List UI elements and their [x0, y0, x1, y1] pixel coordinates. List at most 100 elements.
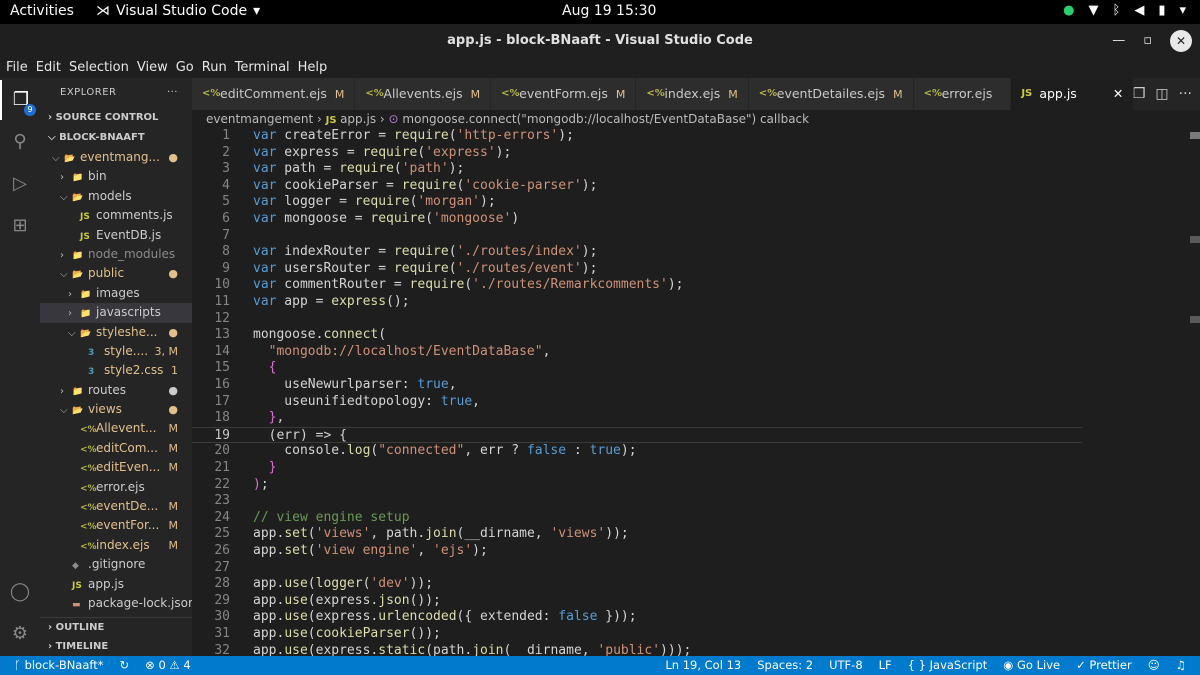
sync-icon[interactable]: ↻ [120, 656, 130, 675]
tree-item[interactable]: <%Allevent... M [40, 419, 192, 438]
tree-item[interactable]: › 📁 javascripts [40, 303, 192, 323]
code-line[interactable]: 28 app.use(logger('dev')); [192, 576, 1082, 593]
tree-item[interactable]: <%editCom... M [40, 439, 192, 458]
more-actions-icon[interactable]: ··· [1179, 78, 1192, 110]
tab-index-ejs[interactable]: <% index.ejs M [636, 78, 749, 110]
menu-view[interactable]: View [137, 57, 168, 78]
code-line[interactable]: 11 var app = express(); [192, 294, 1082, 311]
close-tab-icon[interactable]: ✕ [1113, 86, 1123, 101]
code-line[interactable]: 6 var mongoose = require('mongoose') [192, 211, 1082, 228]
menu-run[interactable]: Run [202, 57, 227, 78]
tree-item[interactable]: ⌵ 📂 models [40, 187, 192, 206]
tree-item[interactable]: <%error.ejs [40, 478, 192, 497]
cursor-position[interactable]: Ln 19, Col 13 [665, 656, 741, 675]
more-actions-icon[interactable]: ··· [167, 78, 178, 108]
account-icon[interactable]: ◯ [0, 572, 40, 612]
prettier-button[interactable]: ✓ Prettier [1076, 656, 1132, 675]
code-line[interactable]: 8 var indexRouter = require('./routes/ind… [192, 244, 1082, 261]
tab-editcomment-ejs[interactable]: <% editComment.ejs M [192, 78, 356, 110]
code-line[interactable]: 16 useNewurlparser: true, [192, 377, 1082, 394]
code-line[interactable]: 21 } [192, 460, 1082, 477]
source-control-section[interactable]: › SOURCE CONTROL [40, 108, 192, 128]
code-line[interactable]: 30 app.use(express.urlencoded({ extended:… [192, 609, 1082, 626]
open-preview-icon[interactable]: ❒ [1133, 78, 1146, 110]
code-line[interactable]: 14 "mongodb://localhost/EventDataBase", [192, 344, 1082, 361]
tree-item[interactable]: ⌵ 📂 eventmang... ● [40, 148, 192, 167]
minimize-icon[interactable]: — [1112, 24, 1125, 57]
tree-item[interactable]: ◆ .gitignore [40, 555, 192, 574]
code-line[interactable]: 4 var cookieParser = require('cookie-pars… [192, 178, 1082, 195]
tree-item[interactable]: JS app.js [40, 575, 192, 594]
code-line[interactable]: 2 var express = require('express'); [192, 145, 1082, 162]
code-line[interactable]: 19 (err) => { [192, 426, 1082, 444]
tree-item[interactable]: <%eventDe... M [40, 497, 192, 516]
tab-app-js[interactable]: JS app.js ✕ [1011, 78, 1135, 110]
outline-section[interactable]: › OUTLINE [40, 618, 192, 637]
tree-item[interactable]: ⌵ 📂 views ● [40, 400, 192, 419]
bluetooth-icon[interactable]: ᛒ [1113, 3, 1121, 18]
menu-edit[interactable]: Edit [36, 57, 61, 78]
tree-item[interactable]: › 📁 node_modules [40, 245, 192, 264]
notifications-bell-icon[interactable]: ♫ [1176, 656, 1186, 675]
code-line[interactable]: 7 [192, 228, 1082, 245]
tree-item[interactable]: JS comments.js [40, 206, 192, 225]
tree-item[interactable]: ▬ package-lock.json [40, 594, 192, 613]
code-line[interactable]: 27 [192, 560, 1082, 577]
code-editor[interactable]: 1 var createError = require('http-errors'… [192, 128, 1200, 656]
end-of-line[interactable]: LF [879, 656, 892, 675]
tree-item[interactable]: ⌵ 📂 styleshe... ● [40, 323, 192, 342]
code-line[interactable]: 22); [192, 477, 1082, 494]
vertical-scrollbar[interactable] [1190, 128, 1200, 656]
code-line[interactable]: 9 var usersRouter = require('./routes/eve… [192, 261, 1082, 278]
restore-icon[interactable]: ▫ [1143, 24, 1152, 57]
code-line[interactable]: 10 var commentRouter = require('./routes/… [192, 277, 1082, 294]
code-line[interactable]: 25 app.set('views', path.join(__dirname, … [192, 526, 1082, 543]
indentation[interactable]: Spaces: 2 [757, 656, 813, 675]
code-line[interactable]: 1 var createError = require('http-errors'… [192, 128, 1082, 145]
app-indicator-icon[interactable]: ● [1063, 3, 1074, 18]
power-menu-icon[interactable]: ▾ [1179, 3, 1186, 18]
breadcrumb-file[interactable]: app.js [340, 112, 376, 126]
battery-icon[interactable]: ▮ [1158, 3, 1165, 18]
run-debug-icon[interactable]: ▷ [0, 164, 40, 204]
code-line[interactable]: 3 var path = require('path'); [192, 161, 1082, 178]
activities-button[interactable]: Activities [10, 3, 74, 19]
feedback-icon[interactable]: ☺ [1148, 656, 1160, 675]
code-line[interactable]: 24 // view engine setup [192, 510, 1082, 527]
code-line[interactable]: 15 { [192, 360, 1082, 377]
breadcrumb-symbol[interactable]: mongoose.connect("mongodb://localhost/Ev… [402, 112, 809, 126]
tree-item[interactable]: ⌵ 📂 public ● [40, 264, 192, 283]
encoding[interactable]: UTF-8 [829, 656, 863, 675]
settings-gear-icon[interactable]: ⚙ [0, 614, 40, 654]
timeline-section[interactable]: › TIMELINE [40, 637, 192, 656]
tree-item[interactable]: 3 style.... 3, M [40, 342, 192, 361]
extensions-icon[interactable]: ⊞ [0, 206, 40, 246]
go-live-button[interactable]: ◉ Go Live [1003, 656, 1060, 675]
menu-file[interactable]: File [6, 57, 28, 78]
wifi-icon[interactable]: ▼ [1089, 3, 1099, 18]
explorer-icon[interactable]: ❐ 9 [0, 80, 40, 120]
code-line[interactable]: 5 var logger = require('morgan'); [192, 194, 1082, 211]
tree-item[interactable]: <%editEven... M [40, 458, 192, 477]
close-window-icon[interactable]: ✕ [1170, 29, 1192, 52]
tree-item[interactable]: › 📁 bin [40, 167, 192, 186]
tree-item[interactable]: JS EventDB.js [40, 226, 192, 245]
code-line[interactable]: 31 app.use(cookieParser()); [192, 626, 1082, 643]
code-line[interactable]: 13 mongoose.connect( [192, 327, 1082, 344]
language-mode[interactable]: { } JavaScript [908, 656, 988, 675]
branch-indicator[interactable]: ᚴ block-BNaaft* [14, 656, 104, 675]
tab-error-ejs[interactable]: <% error.ejs [913, 78, 1012, 110]
menu-terminal[interactable]: Terminal [235, 57, 290, 78]
tree-item[interactable]: <%eventFor... M [40, 516, 192, 535]
tree-item[interactable]: <%index.ejs M [40, 536, 192, 555]
tab-eventdetailes-ejs[interactable]: <% eventDetailes.ejs M [748, 78, 914, 110]
menu-go[interactable]: Go [176, 57, 194, 78]
code-line[interactable]: 32 app.use(express.static(path.join(__dir… [192, 643, 1082, 656]
clock[interactable]: Aug 19 15:30 [562, 3, 656, 19]
code-line[interactable]: 20 console.log("connected", err ? false … [192, 443, 1082, 460]
tab-eventform-ejs[interactable]: <% eventForm.ejs M [491, 78, 637, 110]
code-line[interactable]: 12 [192, 311, 1082, 328]
breadcrumb-folder[interactable]: eventmangement [206, 112, 313, 126]
problems-indicator[interactable]: ⊗ 0 ⚠ 4 [145, 656, 191, 675]
tree-item[interactable]: › 📁 routes ● [40, 381, 192, 400]
